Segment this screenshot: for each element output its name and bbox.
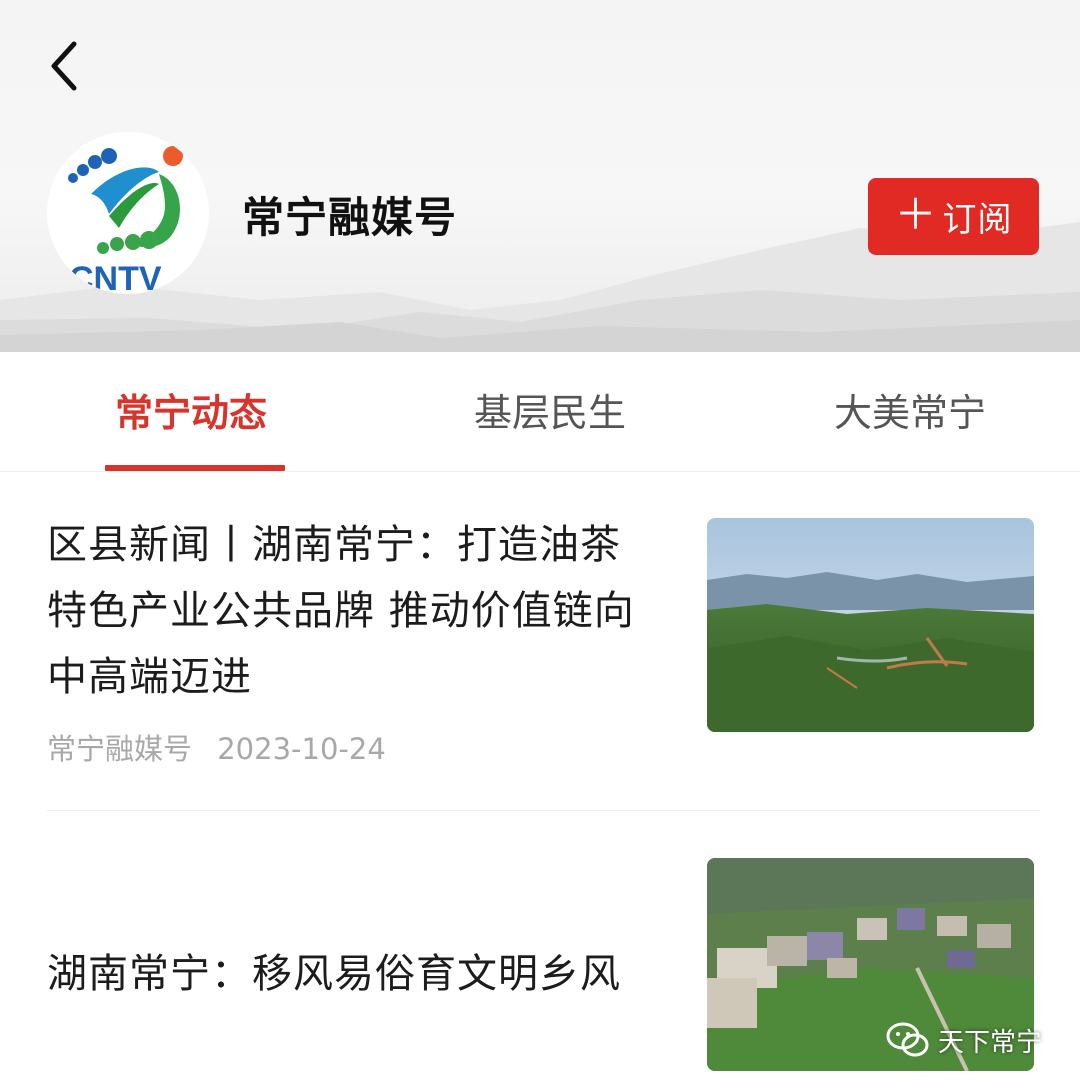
article-title: 湖南常宁：移风易俗育文明乡风 [47, 951, 621, 997]
tab-bar: 常宁动态 基层民生 大美常宁 [0, 352, 1080, 472]
article-item[interactable]: 区县新闻丨湖南常宁：打造油茶 特色产业公共品牌 推动价值链向 中高端迈进 常宁融… [0, 472, 1080, 810]
article-source: 常宁融媒号 [47, 732, 193, 766]
plus-icon: ＋ [894, 189, 937, 239]
article-date: 2023-10-24 [217, 732, 386, 766]
wechat-watermark: 天下常宁 [886, 1018, 1042, 1062]
article-title: 区县新闻丨湖南常宁：打造油茶 特色产业公共品牌 推动价值链向 中高端迈进 [47, 522, 635, 700]
article-meta: 常宁融媒号 2023-10-24 [47, 726, 386, 768]
tab-changning-news[interactable]: 常宁动态 [115, 382, 267, 442]
wechat-icon [886, 1022, 929, 1057]
active-tab-indicator [105, 465, 285, 471]
subscribe-label: 订阅 [942, 200, 1013, 240]
subscribe-button[interactable]: ＋ 订阅 [868, 178, 1039, 255]
watermark-text: 天下常宁 [938, 1027, 1043, 1058]
tab-grassroots[interactable]: 基层民生 [474, 382, 626, 442]
channel-header: CNTV 常宁融媒号 ＋ 订阅 [0, 0, 1080, 352]
tab-beautiful-changning[interactable]: 大美常宁 [834, 382, 986, 442]
channel-name: 常宁融媒号 [242, 193, 458, 242]
channel-avatar[interactable]: CNTV [47, 132, 209, 294]
chevron-left-icon [51, 41, 77, 91]
tea-hills-photo [707, 518, 1034, 732]
back-button[interactable] [44, 36, 92, 96]
article-thumbnail[interactable] [707, 518, 1034, 732]
cntv-logo-icon: CNTV [68, 146, 183, 294]
